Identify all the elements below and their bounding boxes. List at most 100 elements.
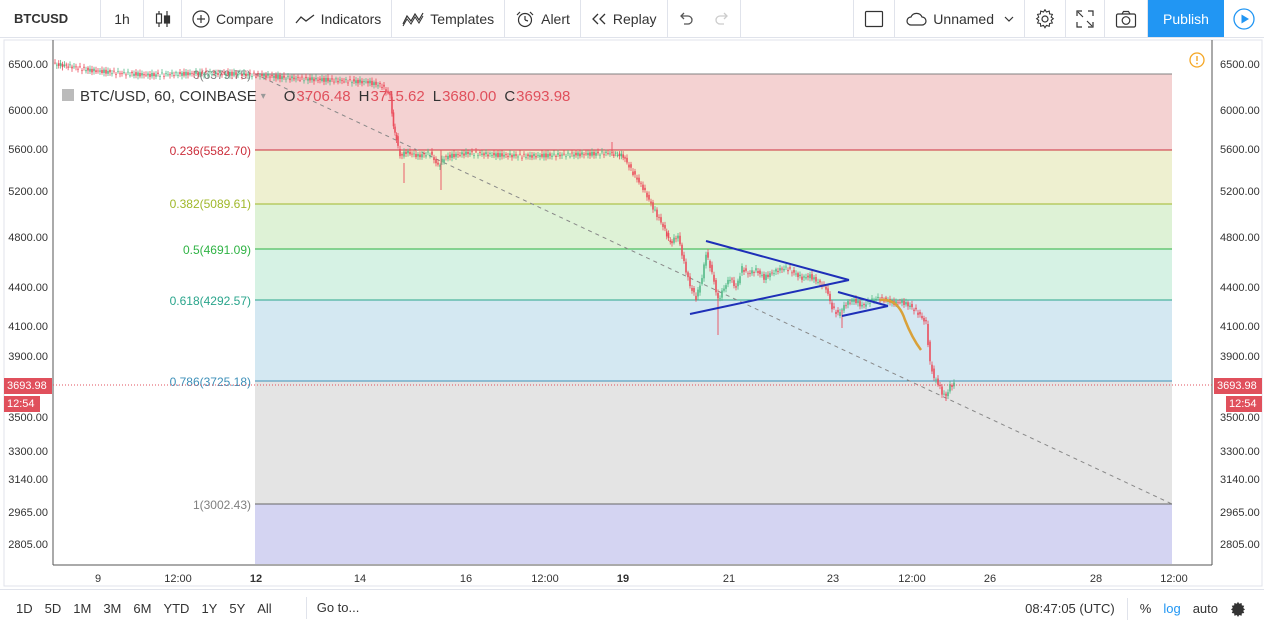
settings-button[interactable] xyxy=(1025,0,1066,37)
candle-body xyxy=(652,202,654,210)
candle-body xyxy=(833,306,835,309)
candle-body xyxy=(563,153,565,155)
axis-settings-button[interactable] xyxy=(1224,600,1264,617)
candle-body xyxy=(618,153,621,157)
symbol-search[interactable]: BTCUSD xyxy=(0,0,101,37)
candle-body xyxy=(392,112,395,127)
candle-body xyxy=(157,72,159,74)
candle-body xyxy=(331,78,333,80)
candle-body xyxy=(865,304,867,307)
snapshot-button[interactable] xyxy=(1105,0,1148,37)
candle-body xyxy=(923,318,925,322)
candle-body xyxy=(457,154,459,155)
candle-body xyxy=(85,70,87,72)
candle-body xyxy=(793,269,795,273)
compare-button[interactable]: Compare xyxy=(182,0,285,37)
range-3m[interactable]: 3M xyxy=(97,601,127,616)
candle-body xyxy=(399,148,401,157)
candle-body xyxy=(947,392,949,397)
candle-body xyxy=(215,72,217,74)
legend-close-label: C xyxy=(504,87,516,105)
range-6m[interactable]: 6M xyxy=(127,601,157,616)
candle-body xyxy=(495,153,497,157)
candle-body xyxy=(145,74,147,76)
candle-body xyxy=(287,76,289,78)
candle-body xyxy=(503,154,505,157)
range-ytd[interactable]: YTD xyxy=(157,601,195,616)
range-5y[interactable]: 5Y xyxy=(223,601,251,616)
fullscreen-button[interactable] xyxy=(1066,0,1105,37)
candle-body xyxy=(711,264,713,273)
candle-body xyxy=(654,209,656,211)
range-1d[interactable]: 1D xyxy=(10,601,39,616)
chart-canvas[interactable]: 0(6379.75) 0.236(5582.70) 0.382(5089.61)… xyxy=(0,38,1264,588)
chart-type-button[interactable] xyxy=(144,0,182,37)
range-all[interactable]: All xyxy=(251,601,277,616)
candle-body xyxy=(199,71,201,75)
candle-body xyxy=(285,78,287,80)
candle-body xyxy=(801,276,803,280)
undo-button[interactable] xyxy=(668,0,704,37)
candle-body xyxy=(673,237,675,243)
candle-body xyxy=(689,276,691,287)
range-1m[interactable]: 1M xyxy=(67,601,97,616)
candle-body xyxy=(624,157,626,159)
price-tick: 3140.00 xyxy=(8,474,48,486)
candle-body xyxy=(791,272,793,274)
candle-body xyxy=(203,73,205,76)
play-button[interactable] xyxy=(1224,0,1264,37)
candle-body xyxy=(640,182,642,184)
candle-body xyxy=(471,151,473,153)
layout-menu[interactable]: Unnamed xyxy=(895,0,1025,37)
candle-body xyxy=(789,267,791,269)
fib-retracement[interactable]: 0(6379.75) 0.236(5582.70) 0.382(5089.61)… xyxy=(170,68,1172,564)
candle-body xyxy=(845,305,847,307)
candle-body xyxy=(443,159,445,163)
date-range-buttons: 1D 5D 1M 3M 6M YTD 1Y 5Y All xyxy=(10,601,278,616)
redo-button[interactable] xyxy=(704,0,741,37)
candle-body xyxy=(451,153,453,158)
candle-body xyxy=(839,312,841,316)
candle-body xyxy=(919,312,921,315)
candle-body xyxy=(701,278,703,284)
range-1y[interactable]: 1Y xyxy=(195,601,223,616)
indicators-button[interactable]: Indicators xyxy=(285,0,393,37)
alert-button[interactable]: Alert xyxy=(505,0,581,37)
cloud-icon xyxy=(905,11,927,27)
candle-body xyxy=(201,71,203,74)
candle-body xyxy=(797,273,799,278)
log-toggle[interactable]: log xyxy=(1157,601,1186,616)
candle-body xyxy=(909,305,911,307)
chart-pane[interactable]: 0(6379.75) 0.236(5582.70) 0.382(5089.61)… xyxy=(0,38,1264,588)
percent-toggle[interactable]: % xyxy=(1134,601,1158,616)
candle-body xyxy=(81,70,83,72)
candle-body xyxy=(581,152,583,155)
candle-body xyxy=(737,280,739,287)
goto-date-button[interactable]: Go to... xyxy=(305,597,366,619)
range-5d[interactable]: 5D xyxy=(39,601,68,616)
candle-body xyxy=(815,277,817,282)
candle-body xyxy=(73,66,75,68)
interval-button[interactable]: 1h xyxy=(101,0,144,37)
select-button[interactable] xyxy=(853,0,896,37)
candle-body xyxy=(247,73,249,76)
candle-body xyxy=(573,154,575,157)
price-tick: 2805.00 xyxy=(1220,539,1260,551)
candle-body xyxy=(622,154,624,158)
candle-body xyxy=(167,74,169,76)
symbol-legend[interactable]: BTC/USD, 60, COINBASE ▾ O 3706.48 H 3715.6… xyxy=(62,85,570,107)
candle-body xyxy=(901,300,903,303)
replay-button[interactable]: Replay xyxy=(581,0,668,37)
candle-body xyxy=(97,70,99,72)
camera-icon xyxy=(1115,10,1137,28)
templates-button[interactable]: Templates xyxy=(392,0,506,37)
price-tick: 5200.00 xyxy=(1220,186,1260,198)
candle-body xyxy=(93,68,95,72)
auto-toggle[interactable]: auto xyxy=(1187,601,1224,616)
candle-body xyxy=(465,151,467,155)
publish-button[interactable]: Publish xyxy=(1148,0,1224,37)
candle-body xyxy=(825,286,827,290)
utc-clock[interactable]: 08:47:05 (UTC) xyxy=(1019,597,1128,620)
candle-body xyxy=(183,71,185,76)
